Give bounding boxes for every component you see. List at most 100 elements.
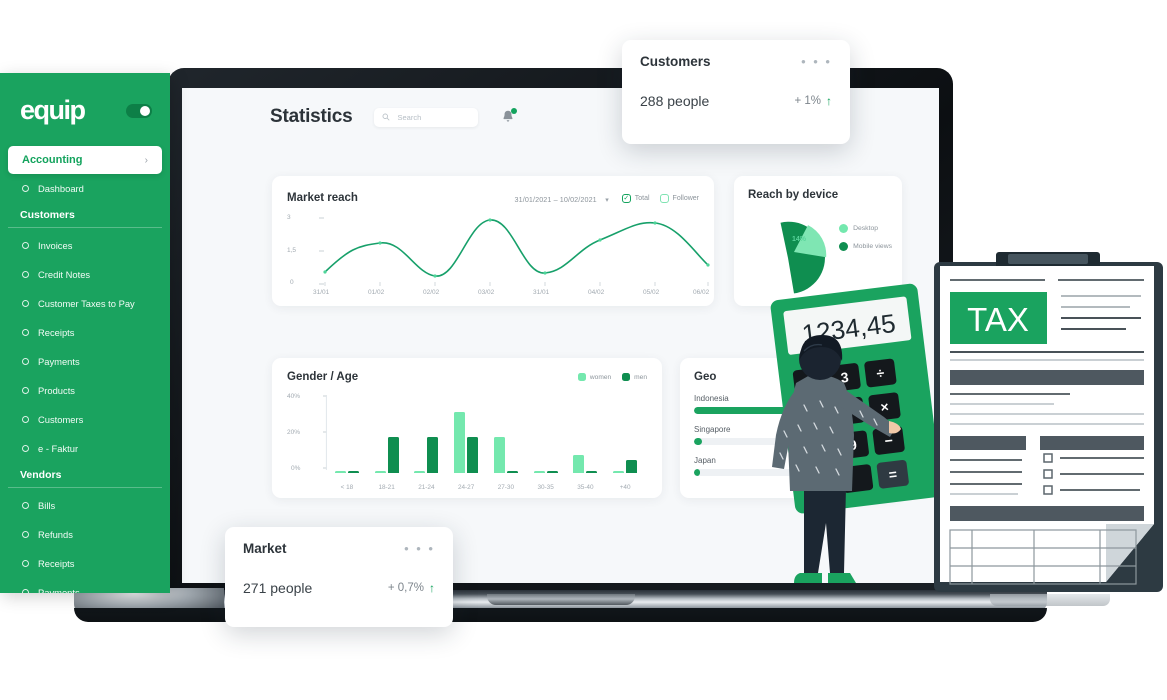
circle-bullet-icon xyxy=(22,271,29,278)
legend-label: women xyxy=(589,373,612,381)
sidebar-item-bills[interactable]: Bills xyxy=(0,491,170,520)
arrow-up-icon: ↑ xyxy=(826,94,832,108)
sidebar-item-invoices[interactable]: Invoices xyxy=(0,231,170,260)
sidebar-item-label: Receipts xyxy=(38,558,75,569)
checkbox-unchecked-icon xyxy=(659,193,669,203)
market-reach-line-chart: 3 1,5 0 31/01 01/02 02/02 03/02 31/01 04… xyxy=(287,213,710,299)
floating-card-customers[interactable]: Customers • • • 288 people + 1% ↑ xyxy=(622,40,850,144)
sidebar-item-e-faktur[interactable]: e - Faktur xyxy=(0,434,170,463)
delta-value: + 1% xyxy=(794,95,821,107)
search-placeholder: Search xyxy=(397,112,422,122)
legend-swatch xyxy=(577,373,586,381)
chevron-down-icon: ▾ xyxy=(605,197,609,204)
chevron-right-icon: › xyxy=(144,154,148,166)
x-tick-label: 24-27 xyxy=(457,484,475,491)
ellipsis-icon[interactable]: • • • xyxy=(404,542,435,555)
x-tick-label: 03/02 xyxy=(478,289,495,296)
line-chart-svg xyxy=(319,217,710,286)
x-tick-label: 06/02 xyxy=(693,289,710,296)
bar-women xyxy=(374,471,386,473)
toggle-knob xyxy=(140,105,150,116)
sidebar-header: equip xyxy=(0,73,170,126)
circle-bullet-icon xyxy=(22,589,29,593)
sidebar-item-credit-notes[interactable]: Credit Notes xyxy=(0,260,170,289)
geo-country-name: Japan xyxy=(694,456,716,465)
x-tick-label: 31/01 xyxy=(533,289,550,296)
legend-label: men xyxy=(634,373,647,381)
x-tick-label: +40 xyxy=(619,484,631,491)
floating-card-value: 288 people xyxy=(640,93,710,109)
sidebar-item-dashboard[interactable]: Dashboard xyxy=(0,174,170,203)
bar-women xyxy=(613,471,625,473)
sidebar-item-label: Refunds xyxy=(38,529,73,540)
card-gender-age: Gender / Age women men 40% 20% 0% < 18 1… xyxy=(272,358,662,498)
sidebar-item-products[interactable]: Products xyxy=(0,376,170,405)
geo-progress-fill xyxy=(694,469,700,476)
x-tick-label: 01/02 xyxy=(368,289,385,296)
card-title: Market reach xyxy=(287,192,358,204)
sidebar-item-receipts[interactable]: Receipts xyxy=(0,318,170,347)
sidebar-item-label: Credit Notes xyxy=(38,269,91,280)
bar-women xyxy=(414,471,426,473)
x-tick-label: 35-40 xyxy=(577,484,594,491)
date-range-selector[interactable]: 31/01/2021 – 10/02/2021 ▾ xyxy=(515,189,609,207)
bar-men xyxy=(626,460,638,473)
sidebar-item-customer-taxes-to-pay[interactable]: Customer Taxes to Pay xyxy=(0,289,170,318)
app-logo: equip xyxy=(20,95,86,125)
circle-bullet-icon xyxy=(22,185,29,192)
sidebar-group-label: Vendors xyxy=(20,469,62,481)
sidebar-group-customers: Customers xyxy=(0,203,170,227)
sidebar-item-payments[interactable]: Payments xyxy=(0,578,170,593)
y-tick-label: 20% xyxy=(287,429,301,436)
arrow-up-icon: ↑ xyxy=(429,581,435,595)
sidebar-item-receipts[interactable]: Receipts xyxy=(0,549,170,578)
bar-men xyxy=(506,471,518,473)
bar-men xyxy=(387,437,399,473)
x-tick-label: 04/02 xyxy=(588,289,605,296)
legend-item-desktop: Desktop xyxy=(839,224,892,233)
x-tick-label: 30-35 xyxy=(537,484,554,491)
y-tick-label: 0% xyxy=(291,465,301,472)
bar-men xyxy=(586,471,598,473)
sidebar-item-payments[interactable]: Payments xyxy=(0,347,170,376)
floating-card-title: Customers xyxy=(640,54,711,69)
legend-item-women: women xyxy=(577,373,612,381)
legend-toggle-total[interactable]: ✓ Total xyxy=(621,193,650,203)
legend-swatch xyxy=(622,373,631,381)
sidebar-item-accounting[interactable]: Accounting › xyxy=(8,146,162,174)
circle-bullet-icon xyxy=(22,531,29,538)
bar-men xyxy=(427,437,439,473)
sidebar-item-refunds[interactable]: Refunds xyxy=(0,520,170,549)
sidebar-toggle-switch[interactable] xyxy=(126,103,152,118)
x-tick-label: 02/02 xyxy=(423,289,440,296)
floating-card-title: Market xyxy=(243,541,287,556)
axis-ticks xyxy=(323,395,327,470)
legend-label: Desktop xyxy=(853,225,879,232)
floating-card-header: Market • • • xyxy=(243,541,435,556)
bar-group xyxy=(573,455,598,473)
legend-toggle-follower[interactable]: Follower xyxy=(659,193,699,203)
floating-card-market[interactable]: Market • • • 271 people + 0,7% ↑ xyxy=(225,527,453,627)
notifications-button[interactable] xyxy=(500,108,518,125)
x-tick-label: < 18 xyxy=(340,484,354,491)
card-market-reach-header: Market reach 31/01/2021 – 10/02/2021 ▾ ✓… xyxy=(287,189,699,207)
gender-age-bar-chart: 40% 20% 0% < 18 18-21 21-24 24-27 27-30 30-35… xyxy=(287,393,647,491)
sidebar-item-label: Accounting xyxy=(22,154,83,166)
card-market-reach: Market reach 31/01/2021 – 10/02/2021 ▾ ✓… xyxy=(272,176,714,306)
x-tick-label: 27-30 xyxy=(497,484,515,491)
bar-men xyxy=(546,471,558,473)
sidebar-item-label: Dashboard xyxy=(38,183,84,194)
search-input[interactable]: Search xyxy=(374,107,479,127)
y-tick-label: 1,5 xyxy=(287,247,297,254)
bar-group xyxy=(374,437,399,473)
bar-women xyxy=(493,437,505,473)
floating-card-body: 288 people + 1% ↑ xyxy=(640,93,832,109)
sidebar-item-customers[interactable]: Customers xyxy=(0,405,170,434)
search-icon xyxy=(383,113,391,121)
card-title: Gender / Age xyxy=(287,371,359,383)
market-reach-legend: ✓ Total Follower xyxy=(621,193,699,203)
ellipsis-icon[interactable]: • • • xyxy=(801,55,832,68)
sidebar-item-label: e - Faktur xyxy=(38,443,79,454)
bar-group xyxy=(414,437,439,473)
circle-bullet-icon xyxy=(22,445,29,452)
